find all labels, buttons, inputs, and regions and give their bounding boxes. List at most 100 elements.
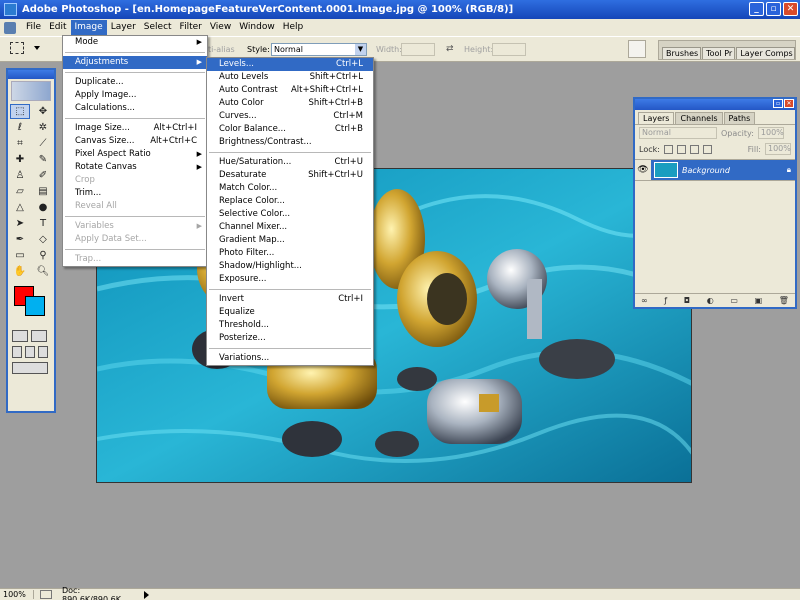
rectangular-marquee-icon[interactable]	[10, 42, 24, 54]
lasso-tool-icon[interactable]: ℓ	[10, 120, 30, 135]
adjustments-item-levels[interactable]: Levels... Ctrl+L	[207, 58, 373, 71]
layer-row-background[interactable]: 👁︎ Background 🔒︎	[635, 159, 795, 181]
menu-image[interactable]: Image	[70, 20, 107, 35]
adjustments-item-curves[interactable]: Curves... Ctrl+M	[207, 110, 373, 123]
blur-tool-icon[interactable]: △	[10, 200, 30, 215]
adjustments-item-brightness-contrast[interactable]: Brightness/Contrast...	[207, 136, 373, 149]
adjustments-item-variations[interactable]: Variations...	[207, 352, 373, 365]
style-select[interactable]: Normal ▼	[271, 43, 367, 56]
image-menu-item-canvas-size[interactable]: Canvas Size... Alt+Ctrl+C	[63, 135, 207, 148]
tool-preset-dropdown-icon[interactable]	[34, 46, 40, 50]
panel-minimize-button[interactable]: ▫	[773, 99, 783, 108]
jump-to-imageready-icon[interactable]	[12, 362, 48, 374]
height-field[interactable]	[492, 43, 526, 56]
type-tool-icon[interactable]: T	[33, 216, 53, 231]
eraser-tool-icon[interactable]: ▱	[10, 184, 30, 199]
adjustments-item-auto-levels[interactable]: Auto Levels Shift+Ctrl+L	[207, 71, 373, 84]
adjustments-item-photo-filter[interactable]: Photo Filter...	[207, 247, 373, 260]
adjustment-layer-icon[interactable]: ◐	[707, 296, 714, 305]
adjustments-item-replace-color[interactable]: Replace Color...	[207, 195, 373, 208]
tab-layers[interactable]: Layers	[638, 112, 675, 124]
crop-tool-icon[interactable]: ⌗	[10, 136, 30, 151]
well-tab-tool-presets[interactable]: Tool Pr	[702, 47, 736, 59]
adjustments-item-gradient-map[interactable]: Gradient Map...	[207, 234, 373, 247]
adjustments-item-desaturate[interactable]: Desaturate Shift+Ctrl+U	[207, 169, 373, 182]
move-tool-icon[interactable]: ✥	[33, 104, 53, 119]
fill-field[interactable]: 100%	[765, 143, 791, 155]
marquee-tool-icon[interactable]: ⬚	[10, 104, 30, 119]
eyedropper-icon[interactable]: ⚲	[33, 248, 53, 263]
image-menu-item-adjustments[interactable]: Adjustments ▶	[63, 56, 207, 69]
new-layer-icon[interactable]: ▣	[755, 296, 763, 305]
background-color-swatch[interactable]	[25, 296, 45, 316]
menu-help[interactable]: Help	[279, 20, 308, 35]
history-brush-icon[interactable]: ✐	[33, 168, 53, 183]
new-group-icon[interactable]: ▭	[730, 296, 738, 305]
menu-view[interactable]: View	[206, 20, 235, 35]
document-icon[interactable]	[4, 21, 16, 34]
full-screen-menu-icon[interactable]	[25, 346, 35, 358]
zoom-level[interactable]: 100%	[0, 590, 34, 599]
restore-button[interactable]: ▫	[766, 2, 781, 16]
layer-selected[interactable]: Background 🔒︎	[651, 160, 795, 180]
image-menu-item-apply-image[interactable]: Apply Image...	[63, 89, 207, 102]
status-info-icon[interactable]	[40, 590, 52, 599]
adjustments-item-exposure[interactable]: Exposure...	[207, 273, 373, 286]
well-tab-brushes[interactable]: Brushes	[662, 47, 702, 59]
lock-all-icon[interactable]	[702, 144, 712, 154]
image-menu-item-image-size[interactable]: Image Size... Alt+Ctrl+I	[63, 122, 207, 135]
adobe-online-icon[interactable]	[11, 81, 51, 101]
zoom-tool-icon[interactable]: 🔍︎	[33, 264, 53, 279]
clone-stamp-icon[interactable]: ♙	[10, 168, 30, 183]
delete-layer-icon[interactable]: 🗑︎	[779, 296, 789, 305]
layers-panel-titlebar[interactable]: ▫ ✕	[635, 99, 795, 110]
gradient-tool-icon[interactable]: ▤	[33, 184, 53, 199]
adjustments-item-posterize[interactable]: Posterize...	[207, 332, 373, 345]
image-menu-item-mode[interactable]: Mode ▶	[63, 36, 207, 49]
image-menu-item-duplicate[interactable]: Duplicate...	[63, 76, 207, 89]
blend-mode-select[interactable]: Normal	[639, 127, 717, 139]
layer-mask-icon[interactable]: ◘	[684, 296, 690, 305]
adjustments-item-shadow-highlight[interactable]: Shadow/Highlight...	[207, 260, 373, 273]
lock-pixels-icon[interactable]	[676, 144, 686, 154]
panel-close-button[interactable]: ✕	[784, 99, 794, 108]
brush-tool-icon[interactable]: ✎	[33, 152, 53, 167]
standard-screen-icon[interactable]	[12, 346, 22, 358]
image-menu-item-rotate-canvas[interactable]: Rotate Canvas ▶	[63, 161, 207, 174]
image-menu-item-calculations[interactable]: Calculations...	[63, 102, 207, 115]
adjustments-item-invert[interactable]: Invert Ctrl+I	[207, 293, 373, 306]
healing-brush-icon[interactable]: ✚	[10, 152, 30, 167]
lock-position-icon[interactable]	[689, 144, 699, 154]
magic-wand-icon[interactable]: ✲	[33, 120, 53, 135]
menu-filter[interactable]: Filter	[176, 20, 206, 35]
adjustments-item-color-balance[interactable]: Color Balance... Ctrl+B	[207, 123, 373, 136]
full-screen-icon[interactable]	[38, 346, 48, 358]
adjustments-item-hue-saturation[interactable]: Hue/Saturation... Ctrl+U	[207, 156, 373, 169]
toolbox-titlebar[interactable]	[8, 70, 54, 79]
layer-style-icon[interactable]: ƒ	[664, 296, 667, 305]
shape-tool-icon[interactable]: ◇	[33, 232, 53, 247]
quick-mask-icon[interactable]	[31, 330, 47, 342]
file-browser-icon[interactable]	[628, 40, 646, 58]
adjustments-item-selective-color[interactable]: Selective Color...	[207, 208, 373, 221]
standard-mode-icon[interactable]	[12, 330, 28, 342]
well-tab-layer-comps[interactable]: Layer Comps	[736, 47, 795, 59]
image-menu-item-pixel-aspect-ratio[interactable]: Pixel Aspect Ratio ▶	[63, 148, 207, 161]
slice-tool-icon[interactable]: ⟋	[33, 136, 53, 151]
image-menu-item-trim[interactable]: Trim...	[63, 187, 207, 200]
adjustments-item-match-color[interactable]: Match Color...	[207, 182, 373, 195]
opacity-field[interactable]: 100%	[757, 127, 784, 139]
link-layers-icon[interactable]: ∞	[641, 296, 648, 305]
adjustments-item-equalize[interactable]: Equalize	[207, 306, 373, 319]
minimize-button[interactable]: _	[749, 2, 764, 16]
tab-channels[interactable]: Channels	[675, 112, 723, 124]
close-button[interactable]: ✕	[783, 2, 798, 16]
dodge-tool-icon[interactable]: ●	[33, 200, 53, 215]
notes-tool-icon[interactable]: ▭	[10, 248, 30, 263]
menu-layer[interactable]: Layer	[107, 20, 140, 35]
adjustments-item-auto-color[interactable]: Auto Color Shift+Ctrl+B	[207, 97, 373, 110]
swap-dimensions-icon[interactable]: ⇄	[446, 44, 454, 54]
width-field[interactable]	[401, 43, 435, 56]
adjustments-item-threshold[interactable]: Threshold...	[207, 319, 373, 332]
lock-transparency-icon[interactable]	[663, 144, 673, 154]
